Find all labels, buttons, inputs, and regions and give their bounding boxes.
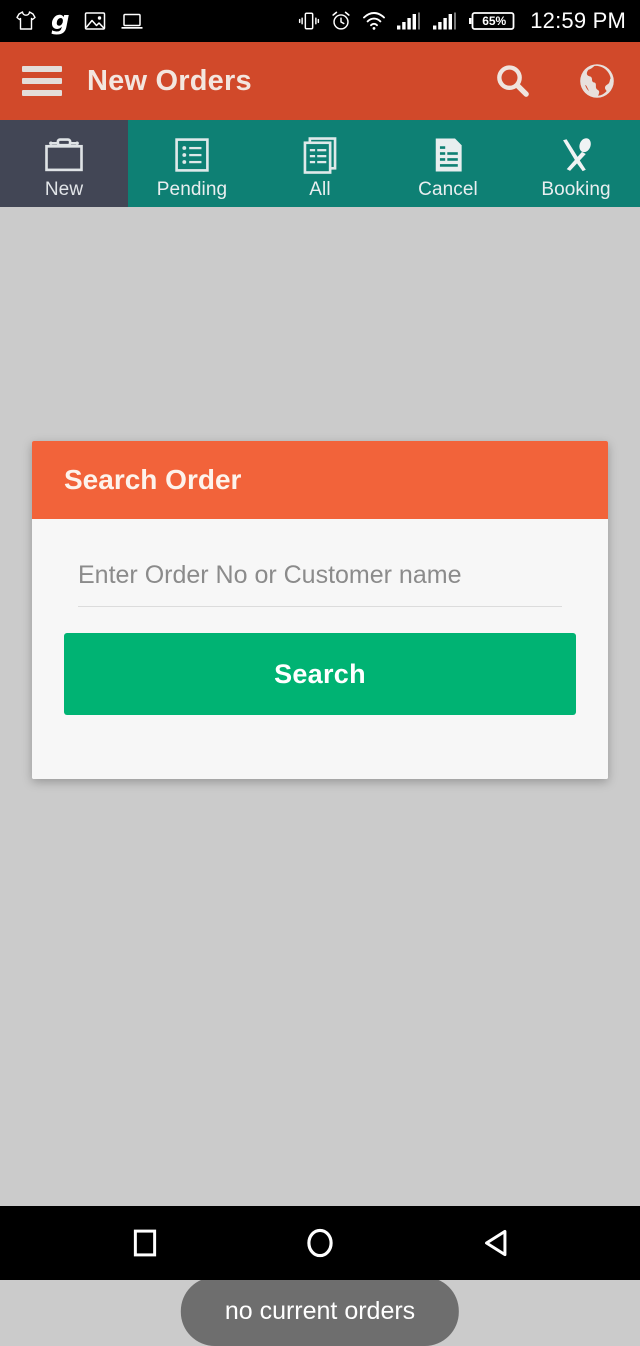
g-logo-icon: g	[51, 6, 70, 36]
status-bar: g 65% 12:59 PM	[0, 0, 640, 42]
laptop-icon	[120, 9, 144, 33]
tab-label-all: All	[309, 178, 331, 200]
tab-cancel[interactable]: Cancel	[384, 120, 512, 207]
back-triangle-icon[interactable]	[462, 1215, 532, 1271]
status-bar-left-icons: g	[14, 8, 144, 34]
search-button[interactable]: Search	[64, 633, 576, 715]
search-button-wrapper: Search	[48, 607, 592, 715]
vibrate-icon	[298, 10, 320, 32]
tab-label-pending: Pending	[156, 178, 228, 200]
system-navigation-bar	[0, 1206, 640, 1280]
tab-all[interactable]: All	[256, 120, 384, 207]
tab-label-booking: Booking	[541, 178, 611, 200]
tab-new[interactable]: New	[0, 120, 128, 207]
fork-spoon-icon	[554, 133, 598, 177]
toast-message: no current orders	[180, 1277, 460, 1346]
home-circle-icon[interactable]	[285, 1215, 355, 1271]
signal-sim2-icon	[432, 11, 458, 31]
app-bar: New Orders	[0, 42, 640, 120]
checklist-icon	[171, 133, 213, 177]
document-icon	[427, 133, 469, 177]
search-order-dialog: Search Order Search	[32, 441, 608, 779]
dialog-body: Search	[32, 519, 608, 779]
recents-square-icon[interactable]	[110, 1215, 180, 1271]
status-bar-right-icons: 65% 12:59 PM	[298, 8, 626, 34]
globe-icon[interactable]	[576, 60, 618, 102]
battery-percent-label: 65%	[482, 14, 507, 28]
app-bar-actions	[492, 60, 618, 102]
dialog-title: Search Order	[64, 464, 242, 495]
tab-booking[interactable]: Booking	[512, 120, 640, 207]
page-title: New Orders	[87, 64, 252, 97]
status-bar-clock: 12:59 PM	[530, 8, 626, 33]
signal-sim1-icon	[396, 11, 422, 31]
image-icon	[83, 9, 107, 33]
content-area: Search Order Search no current orders	[0, 207, 640, 1346]
battery-icon: 65%	[468, 9, 516, 33]
documents-icon	[299, 133, 341, 177]
wifi-icon	[362, 10, 386, 32]
hamburger-menu-icon[interactable]	[22, 66, 62, 96]
dialog-footer-spacer	[48, 715, 592, 779]
briefcase-icon	[41, 133, 87, 177]
dialog-header: Search Order	[32, 441, 608, 519]
tab-label-cancel: Cancel	[418, 178, 478, 200]
search-field-wrapper	[48, 543, 592, 607]
tshirt-icon	[14, 9, 38, 33]
search-input[interactable]	[78, 543, 562, 607]
tab-bar: New Pending All Cancel Booking	[0, 120, 640, 207]
search-icon[interactable]	[492, 61, 532, 101]
alarm-icon	[330, 10, 352, 32]
tab-label-new: New	[44, 178, 84, 200]
tab-pending[interactable]: Pending	[128, 120, 256, 207]
